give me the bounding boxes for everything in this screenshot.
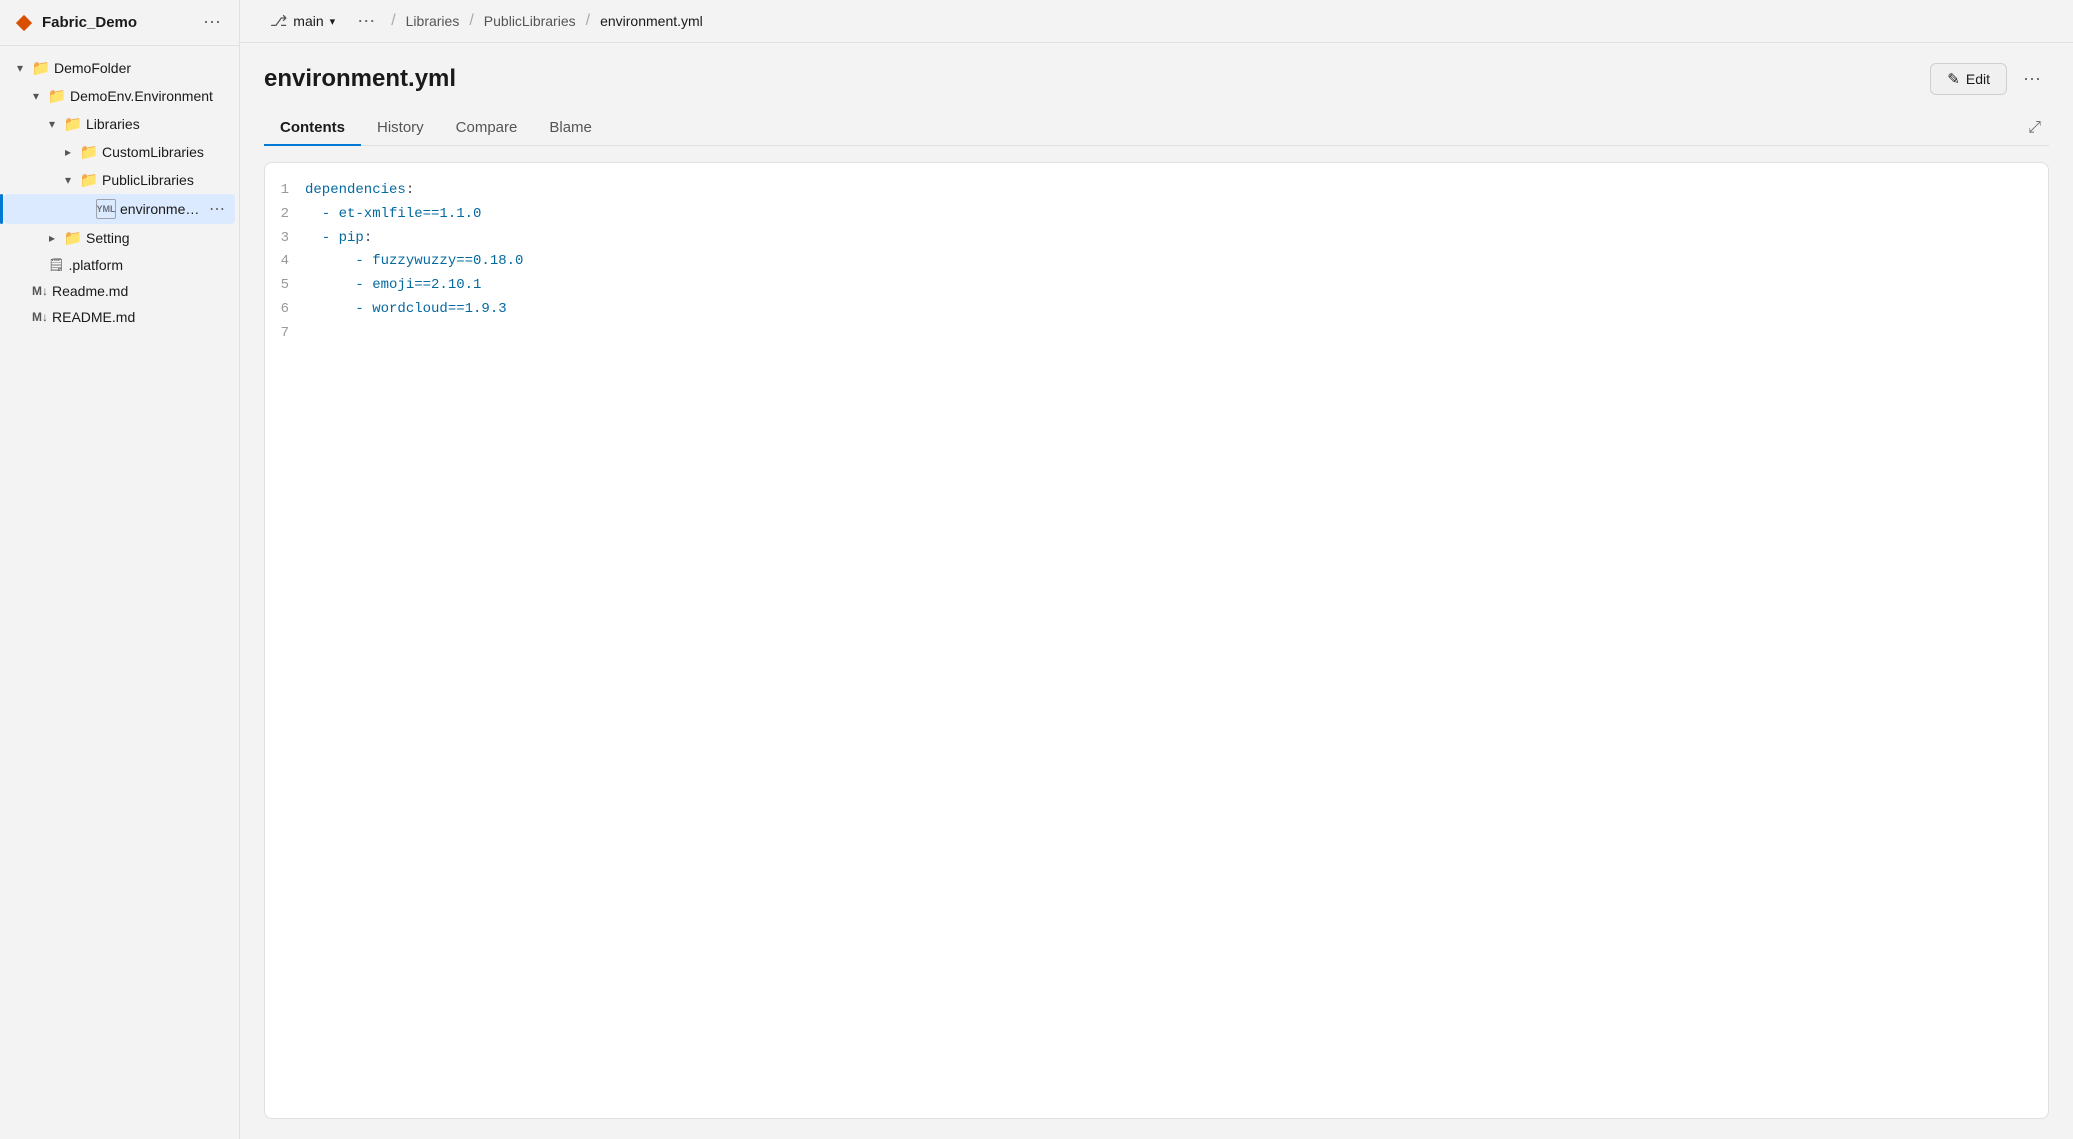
md-file-icon-1: M↓: [32, 284, 48, 298]
line-content-7: [305, 322, 313, 346]
file-tree: 📁 DemoFolder 📁 DemoEnv.Environment 📁 Lib…: [0, 46, 239, 1139]
folder-icon-publiclibraries: 📁: [80, 171, 98, 189]
chevron-down-icon: ▾: [330, 15, 336, 28]
code-line-3: 3 - pip:: [265, 227, 2048, 251]
line-num-3: 3: [265, 227, 305, 251]
item-dots-environment-yml[interactable]: ⋯: [207, 199, 227, 219]
breadcrumb-sep-3: /: [586, 12, 590, 30]
code-line-5: 5 - emoji==2.10.1: [265, 274, 2048, 298]
tree-item-publiclibraries[interactable]: 📁 PublicLibraries: [4, 166, 235, 194]
tree-item-libraries[interactable]: 📁 Libraries: [4, 110, 235, 138]
main-content: ⎇ main ▾ ⋯ / Libraries / PublicLibraries…: [240, 0, 2073, 1139]
breadcrumb-sep-2: /: [469, 12, 473, 30]
tab-compare[interactable]: Compare: [440, 111, 534, 146]
pencil-icon: ✎: [1947, 70, 1960, 88]
folder-icon-demoenv: 📁: [48, 87, 66, 105]
branch-icon: ⎇: [270, 12, 287, 30]
branch-button[interactable]: ⎇ main ▾: [260, 8, 345, 34]
breadcrumb-publiclibraries[interactable]: PublicLibraries: [484, 13, 576, 29]
code-line-7: 7: [265, 322, 2048, 346]
tab-history[interactable]: History: [361, 111, 440, 146]
code-container: 1 dependencies: 2 - et-xmlfile==1.1.0 3 …: [264, 162, 2049, 1119]
tree-item-environment-yml[interactable]: YML environment.yml ⋯: [4, 194, 235, 224]
content-area: environment.yml ✎ Edit ⋯ Contents Histor…: [240, 43, 2073, 1139]
sidebar-header: Fabric_Demo ⋯: [0, 0, 239, 46]
line-num-5: 5: [265, 274, 305, 298]
line-num-1: 1: [265, 179, 305, 203]
branch-name: main: [293, 13, 323, 29]
sidebar: Fabric_Demo ⋯ 📁 DemoFolder 📁 DemoEnv.Env…: [0, 0, 240, 1139]
fabric-logo: [14, 13, 34, 33]
line-content-6: - wordcloud==1.9.3: [305, 298, 507, 322]
line-content-4: - fuzzywuzzy==0.18.0: [305, 250, 523, 274]
label-libraries: Libraries: [86, 116, 227, 132]
line-num-7: 7: [265, 322, 305, 346]
line-num-6: 6: [265, 298, 305, 322]
tab-blame[interactable]: Blame: [533, 111, 608, 146]
code-line-2: 2 - et-xmlfile==1.1.0: [265, 203, 2048, 227]
code-line-6: 6 - wordcloud==1.9.3: [265, 298, 2048, 322]
label-setting: Setting: [86, 230, 227, 246]
line-num-2: 2: [265, 203, 305, 227]
line-content-3: - pip:: [305, 227, 372, 251]
yml-file-icon: YML: [96, 199, 116, 219]
line-content-5: - emoji==2.10.1: [305, 274, 481, 298]
chevron-setting: [44, 230, 60, 246]
tree-item-readme-md-2[interactable]: M↓ README.md: [4, 304, 235, 330]
file-more-button[interactable]: ⋯: [2015, 65, 2049, 94]
platform-file-icon: 🗒: [48, 257, 65, 273]
folder-icon-customlibraries: 📁: [80, 143, 98, 161]
label-demofolder: DemoFolder: [54, 60, 227, 76]
line-content-1: dependencies:: [305, 179, 414, 203]
tree-item-readme-md[interactable]: M↓ Readme.md: [4, 278, 235, 304]
topbar-more-icon[interactable]: ⋯: [351, 9, 381, 34]
folder-icon-demofolder: 📁: [32, 59, 50, 77]
folder-icon-setting: 📁: [64, 229, 82, 247]
line-num-4: 4: [265, 250, 305, 274]
tab-contents[interactable]: Contents: [264, 111, 361, 146]
chevron-publiclibraries: [60, 172, 76, 188]
sidebar-title: Fabric_Demo: [42, 14, 137, 31]
label-publiclibraries: PublicLibraries: [102, 172, 227, 188]
tree-item-demofolder[interactable]: 📁 DemoFolder: [4, 54, 235, 82]
md-file-icon-2: M↓: [32, 310, 48, 324]
tree-item-setting[interactable]: 📁 Setting: [4, 224, 235, 252]
breadcrumb-current-file: environment.yml: [600, 13, 703, 29]
sidebar-title-row: Fabric_Demo: [14, 13, 137, 33]
label-readme-md: Readme.md: [52, 283, 227, 299]
label-readme-md-2: README.md: [52, 309, 227, 325]
chevron-demofolder: [12, 60, 28, 76]
code-block: 1 dependencies: 2 - et-xmlfile==1.1.0 3 …: [265, 163, 2048, 362]
edit-label: Edit: [1966, 71, 1990, 87]
tree-item-platform[interactable]: 🗒 .platform: [4, 252, 235, 278]
header-actions: ✎ Edit ⋯: [1930, 63, 2049, 95]
code-line-4: 4 - fuzzywuzzy==0.18.0: [265, 250, 2048, 274]
expand-icon[interactable]: ⤢: [2020, 115, 2049, 141]
label-demoenv: DemoEnv.Environment: [70, 88, 227, 104]
file-title: environment.yml: [264, 65, 456, 93]
label-customlibraries: CustomLibraries: [102, 144, 227, 160]
chevron-demoenv: [28, 88, 44, 104]
code-line-1: 1 dependencies:: [265, 179, 2048, 203]
tree-item-demoenv[interactable]: 📁 DemoEnv.Environment: [4, 82, 235, 110]
label-platform: .platform: [69, 257, 227, 273]
breadcrumb-sep-1: /: [391, 12, 395, 30]
label-environment-yml: environment.yml: [120, 201, 203, 217]
breadcrumb-libraries[interactable]: Libraries: [406, 13, 460, 29]
edit-button[interactable]: ✎ Edit: [1930, 63, 2007, 95]
file-header: environment.yml ✎ Edit ⋯: [264, 63, 2049, 95]
chevron-libraries: [44, 116, 60, 132]
line-content-2: - et-xmlfile==1.1.0: [305, 203, 481, 227]
sidebar-more-icon[interactable]: ⋯: [199, 10, 225, 35]
topbar: ⎇ main ▾ ⋯ / Libraries / PublicLibraries…: [240, 0, 2073, 43]
tree-item-customlibraries[interactable]: 📁 CustomLibraries: [4, 138, 235, 166]
file-tabs: Contents History Compare Blame ⤢: [264, 111, 2049, 146]
chevron-customlibraries: [60, 144, 76, 160]
folder-icon-libraries: 📁: [64, 115, 82, 133]
